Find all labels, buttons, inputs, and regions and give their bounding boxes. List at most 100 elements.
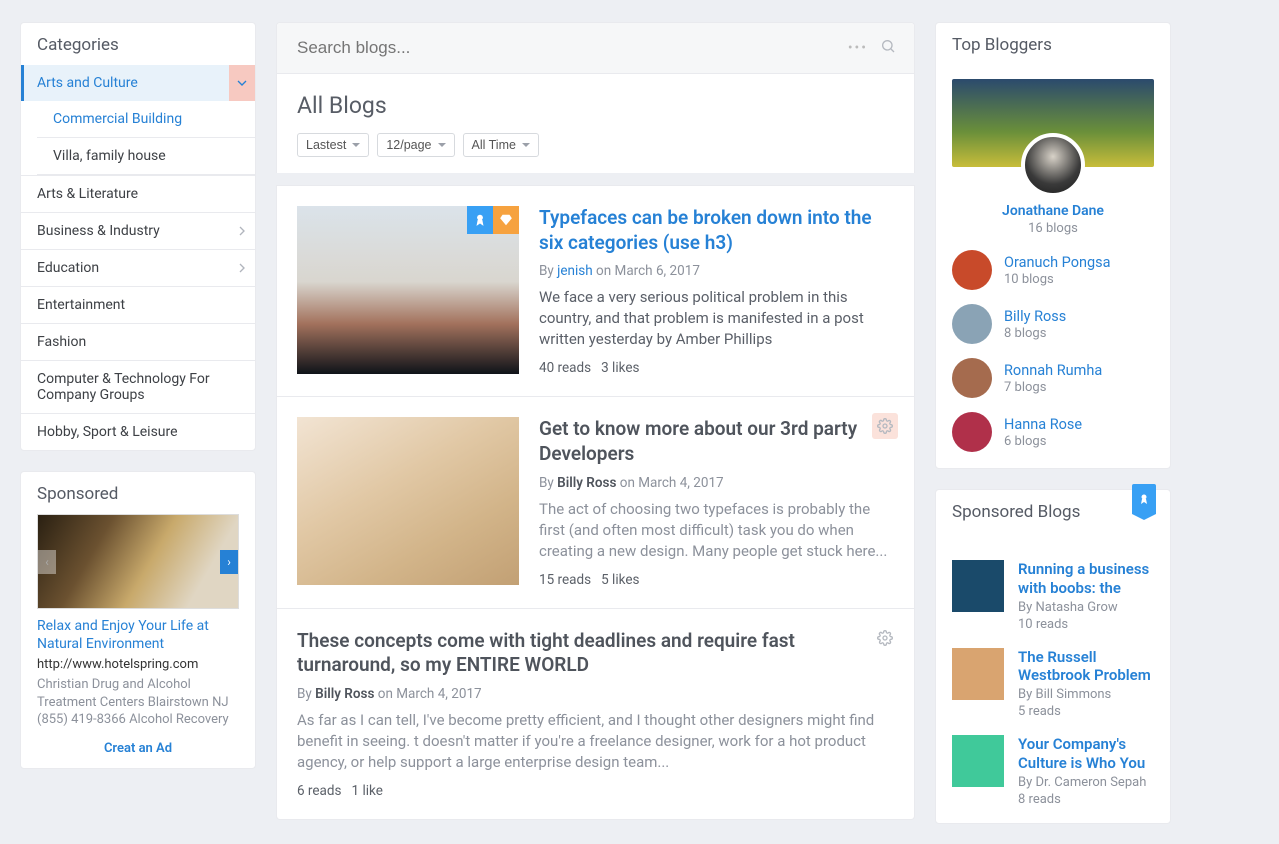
blog-title: Typefaces can be broken down into the si… (539, 206, 894, 255)
sponsored-description: Christian Drug and Alcohol Treatment Cen… (37, 676, 239, 729)
sponsored-blog-item[interactable]: Running a business with boobs: theBy Nat… (952, 560, 1154, 632)
sponsored-blog-title[interactable]: Running a business with boobs: the (1018, 560, 1154, 598)
featured-blogger-avatar[interactable] (1021, 133, 1085, 197)
blog-row: Typefaces can be broken down into the si… (277, 185, 914, 396)
blog-title: These concepts come with tight deadlines… (297, 629, 894, 678)
category-link[interactable]: Education (21, 249, 255, 286)
category-link[interactable]: Business & Industry (21, 212, 255, 249)
category-link[interactable]: Arts & Literature (21, 175, 255, 212)
sponsored-blog-thumbnail[interactable] (952, 560, 1004, 612)
blogger-name[interactable]: Billy Ross (1004, 308, 1066, 325)
category-item[interactable]: Computer & Technology For Company Groups (21, 360, 255, 413)
sponsored-blogs-card: Sponsored Blogs Running a business with … (935, 489, 1171, 824)
caret-down-icon (438, 143, 446, 147)
blog-title-link[interactable]: Typefaces can be broken down into the si… (539, 206, 872, 254)
author-link[interactable]: Billy Ross (557, 475, 616, 491)
sponsored-blog-title[interactable]: Your Company's Culture is Who You (1018, 735, 1154, 773)
categories-card: Categories Arts and Culture Commercial B… (20, 22, 256, 451)
sponsored-headline[interactable]: Relax and Enjoy Your Life at Natural Env… (37, 617, 239, 653)
sponsored-blog-thumbnail[interactable] (952, 735, 1004, 787)
category-arts-and-culture[interactable]: Arts and Culture (21, 65, 255, 101)
blog-stats: 40 reads 3 likes (539, 360, 894, 376)
carousel-next-button[interactable]: › (220, 550, 238, 574)
avatar[interactable] (952, 358, 992, 398)
likes-count: 1 like (352, 783, 383, 799)
blog-thumbnail[interactable] (297, 417, 519, 585)
sponsored-blog-author: By Dr. Cameron Sepah (1018, 775, 1154, 790)
sponsored-blog-reads: 10 reads (1018, 617, 1154, 632)
likes-count: 5 likes (601, 572, 639, 588)
sponsored-blog-author: By Bill Simmons (1018, 687, 1154, 702)
page-title: All Blogs (297, 92, 894, 119)
blogger-item[interactable]: Billy Ross8 blogs (952, 304, 1154, 344)
sponsored-blog-thumbnail[interactable] (952, 648, 1004, 700)
award-badge-icon (467, 206, 493, 234)
avatar[interactable] (952, 250, 992, 290)
blogger-item[interactable]: Oranuch Pongsa10 blogs (952, 250, 1154, 290)
perpage-filter[interactable]: 12/page (377, 133, 454, 157)
subcategory-commercial-building[interactable]: Commercial Building (37, 101, 255, 138)
category-item[interactable]: Fashion (21, 323, 255, 360)
sponsored-blog-item[interactable]: The Russell Westbrook ProblemBy Bill Sim… (952, 648, 1154, 720)
category-item[interactable]: Education (21, 249, 255, 286)
avatar[interactable] (952, 412, 992, 452)
carousel-prev-button[interactable]: ‹ (38, 550, 56, 574)
featured-blogger-name[interactable]: Jonathane Dane (952, 203, 1154, 219)
ribbon-badge-icon (1132, 484, 1156, 514)
time-filter[interactable]: All Time (463, 133, 539, 157)
create-ad-button[interactable]: Creat an Ad (37, 741, 239, 756)
blog-stats: 15 reads 5 likes (539, 572, 894, 588)
reads-count: 6 reads (297, 783, 341, 799)
sponsored-blog-reads: 5 reads (1018, 704, 1154, 719)
search-input[interactable] (295, 37, 848, 59)
category-item[interactable]: Hobby, Sport & Leisure (21, 413, 255, 450)
sponsored-url: http://www.hotelspring.com (37, 657, 239, 672)
search-icon[interactable] (880, 38, 896, 58)
blogger-name[interactable]: Hanna Rose (1004, 416, 1082, 433)
blogger-item[interactable]: Ronnah Rumha7 blogs (952, 358, 1154, 398)
blogger-count: 8 blogs (1004, 326, 1066, 341)
blog-title-link[interactable]: Get to know more about our 3rd party Dev… (539, 417, 857, 465)
sponsored-image[interactable]: ‹ › (37, 514, 239, 609)
blog-title-link[interactable]: These concepts come with tight deadlines… (297, 629, 795, 677)
chevron-right-icon[interactable] (229, 212, 255, 249)
sponsored-blog-title[interactable]: The Russell Westbrook Problem (1018, 648, 1154, 686)
category-item[interactable]: Arts & Literature (21, 175, 255, 212)
category-item[interactable]: Entertainment (21, 286, 255, 323)
author-link[interactable]: Billy Ross (315, 686, 374, 702)
more-icon[interactable]: ••• (848, 40, 868, 56)
blogger-name[interactable]: Oranuch Pongsa (1004, 254, 1111, 271)
featured-blogger-count: 16 blogs (952, 221, 1154, 236)
caret-down-icon (522, 143, 530, 147)
blogger-count: 10 blogs (1004, 272, 1111, 287)
sponsored-blog-reads: 8 reads (1018, 792, 1154, 807)
blogger-count: 7 blogs (1004, 380, 1102, 395)
blog-stats: 6 reads 1 like (297, 783, 894, 799)
avatar[interactable] (952, 304, 992, 344)
category-link[interactable]: Fashion (21, 323, 255, 360)
gear-icon[interactable] (872, 413, 898, 439)
category-item[interactable]: Business & Industry (21, 212, 255, 249)
subcategory-villa[interactable]: Villa, family house (37, 138, 255, 175)
diamond-badge-icon (493, 206, 519, 234)
blog-excerpt: We face a very serious political problem… (539, 287, 894, 350)
category-link[interactable]: Entertainment (21, 286, 255, 323)
blogger-item[interactable]: Hanna Rose6 blogs (952, 412, 1154, 452)
sort-filter[interactable]: Lastest (297, 133, 369, 157)
author-link[interactable]: jenish (557, 263, 593, 279)
top-bloggers-card: Top Bloggers Jonathane Dane 16 blogs Ora… (935, 22, 1171, 469)
chevron-down-icon[interactable] (229, 65, 255, 101)
gear-icon[interactable] (872, 625, 898, 651)
blog-byline: By Billy Ross on March 4, 2017 (539, 475, 894, 491)
blog-thumbnail[interactable] (297, 206, 519, 374)
blog-byline: By jenish on March 6, 2017 (539, 263, 894, 279)
category-link[interactable]: Arts and Culture (21, 65, 255, 101)
category-link[interactable]: Computer & Technology For Company Groups (21, 360, 255, 413)
category-link[interactable]: Hobby, Sport & Leisure (21, 413, 255, 450)
sponsored-blog-item[interactable]: Your Company's Culture is Who You By Dr. … (952, 735, 1154, 807)
blogger-name[interactable]: Ronnah Rumha (1004, 362, 1102, 379)
sponsored-card: Sponsored ‹ › Relax and Enjoy Your Life … (20, 471, 256, 769)
chevron-right-icon[interactable] (229, 249, 255, 286)
blog-row: Get to know more about our 3rd party Dev… (277, 396, 914, 607)
blog-byline: By Billy Ross on March 4, 2017 (297, 686, 894, 702)
